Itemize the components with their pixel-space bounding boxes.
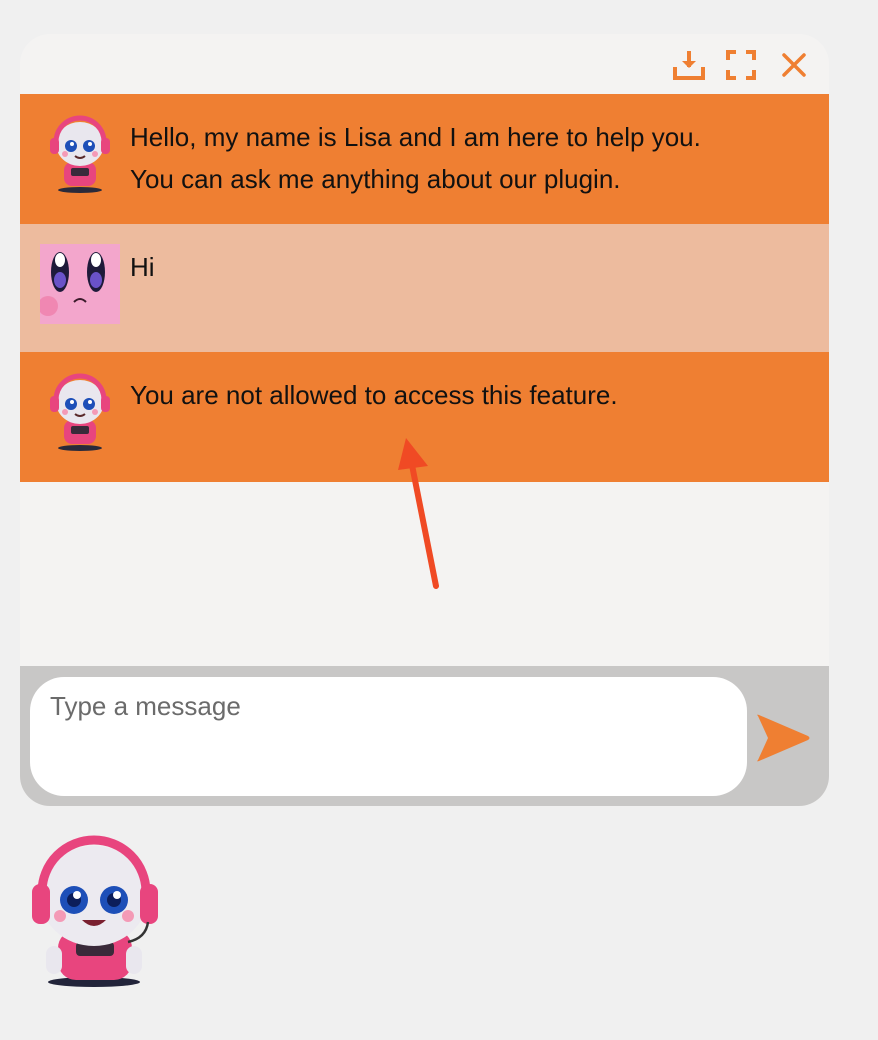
close-button[interactable] (776, 48, 812, 82)
download-icon (673, 51, 705, 80)
bot-avatar (50, 115, 110, 193)
send-button[interactable] (754, 710, 814, 766)
chat-launcher-avatar[interactable] (28, 834, 166, 990)
fullscreen-icon (726, 50, 756, 80)
user-avatar (40, 244, 120, 324)
bot-avatar (50, 373, 110, 451)
send-icon (757, 714, 810, 762)
message-text: You are not allowed to access this featu… (130, 380, 618, 410)
bot-message: You are not allowed to access this featu… (20, 352, 829, 482)
close-icon (782, 53, 806, 77)
message-text: Hi (130, 252, 155, 282)
chat-window: Hello, my name is Lisa and I am here to … (20, 34, 829, 806)
bot-message: Hello, my name is Lisa and I am here to … (20, 94, 829, 224)
fullscreen-button[interactable] (723, 48, 759, 82)
message-input[interactable] (30, 677, 747, 796)
message-line: Hello, my name is Lisa and I am here to … (130, 122, 701, 152)
message-text: Hello, my name is Lisa and I am here to … (130, 116, 810, 200)
chat-header (20, 34, 829, 94)
download-button[interactable] (671, 48, 707, 82)
user-message: Hi (20, 224, 829, 352)
message-line: You can ask me anything about our plugin… (130, 164, 621, 194)
input-bar (20, 666, 829, 806)
